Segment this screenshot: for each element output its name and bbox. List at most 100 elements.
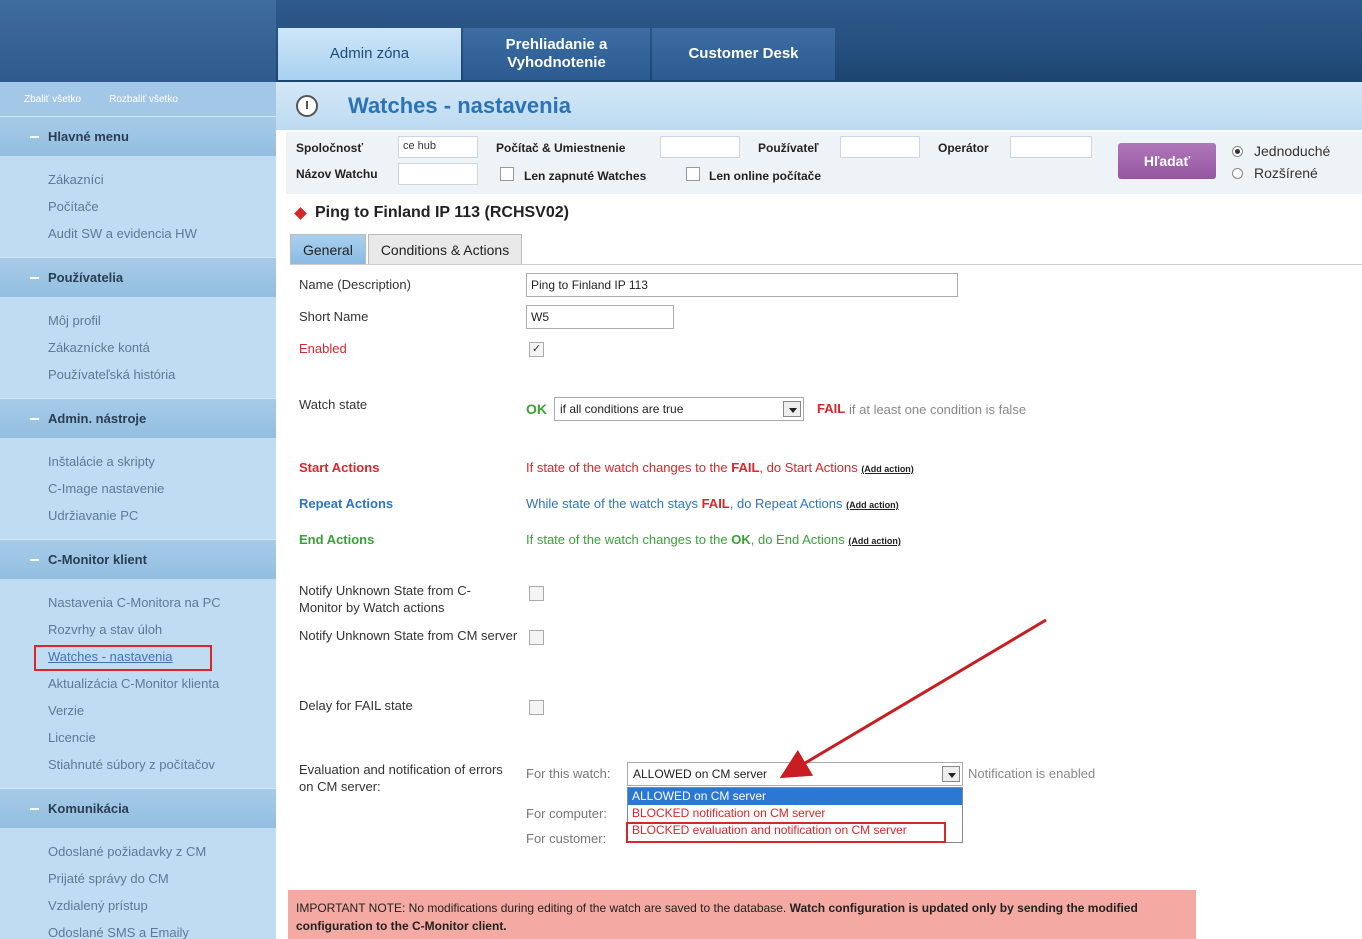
tab-prehliadanie[interactable]: Prehliadanie a Vyhodnotenie bbox=[463, 28, 650, 80]
tab-general[interactable]: General bbox=[290, 234, 366, 264]
state-condition-select[interactable]: if all conditions are true bbox=[554, 397, 804, 421]
name-label: Name (Description) bbox=[299, 277, 411, 292]
sidebar-item-licencie[interactable]: Licencie bbox=[48, 724, 276, 751]
sidebar: Zbaliť všetko Rozbaliť všetko Hlavné men… bbox=[0, 82, 276, 939]
end-add-action-link[interactable]: (Add action) bbox=[848, 536, 901, 546]
sidebar-section-label: Používatelia bbox=[48, 270, 124, 285]
tab-divider bbox=[290, 264, 1362, 265]
delay-checkbox[interactable] bbox=[529, 700, 544, 715]
user-label: Používateľ bbox=[758, 141, 819, 155]
sidebar-list-c-monitor-klient: Nastavenia C-Monitora na PC Rozvrhy a st… bbox=[0, 579, 276, 788]
sidebar-item-udrziavanie[interactable]: Udržiavanie PC bbox=[48, 502, 276, 529]
user-input[interactable] bbox=[840, 136, 920, 158]
tab-customer-desk[interactable]: Customer Desk bbox=[652, 28, 835, 80]
sidebar-item-pocitace[interactable]: Počítače bbox=[48, 193, 276, 220]
sidebar-list-komunikacia: Odoslané požiadavky z CM Prijaté správy … bbox=[0, 828, 276, 939]
mode-advanced-label: Rozšírené bbox=[1254, 165, 1318, 181]
short-name-input[interactable]: W5 bbox=[526, 305, 674, 329]
sidebar-item-odoslane-poziadavky[interactable]: Odoslané požiadavky z CM bbox=[48, 838, 276, 865]
sidebar-item-zakaznicke-konta[interactable]: Zákaznícke kontá bbox=[48, 334, 276, 361]
company-input[interactable]: ce hub bbox=[398, 136, 478, 158]
sidebar-item-aktualizacia[interactable]: Aktualizácia C-Monitor klienta bbox=[48, 670, 276, 697]
evaluation-label: Evaluation and notification of errors on… bbox=[299, 762, 503, 794]
operator-input[interactable] bbox=[1010, 136, 1092, 158]
operator-label: Operátor bbox=[938, 141, 989, 155]
repeat-actions-text: While state of the watch stays FAIL, do … bbox=[526, 496, 899, 511]
sidebar-item-instalacie[interactable]: Inštalácie a skripty bbox=[48, 448, 276, 475]
only-online-checkbox[interactable] bbox=[686, 167, 700, 181]
collapse-dash-icon bbox=[30, 417, 39, 420]
sidebar-item-stiahnute[interactable]: Stiahnuté súbory z počítačov bbox=[48, 751, 276, 778]
collapse-all-link[interactable]: Zbaliť všetko bbox=[24, 94, 81, 105]
notify-watch-checkbox[interactable] bbox=[529, 586, 544, 601]
sidebar-item-vzdialeny-pristup[interactable]: Vzdialený prístup bbox=[48, 892, 276, 919]
start-add-action-link[interactable]: (Add action) bbox=[861, 464, 914, 474]
watch-state-label: Watch state bbox=[299, 397, 368, 412]
end-ok-word: OK bbox=[731, 532, 751, 547]
start-text-part: , do Start Actions bbox=[759, 460, 862, 475]
note-text: IMPORTANT NOTE: No modifications during … bbox=[296, 901, 790, 915]
repeat-actions-label: Repeat Actions bbox=[299, 496, 394, 511]
sidebar-section-admin-nastroje[interactable]: Admin. nástroje bbox=[0, 398, 276, 438]
start-actions-text: If state of the watch changes to the FAI… bbox=[526, 460, 914, 475]
sidebar-item-prijate-spravy[interactable]: Prijaté správy do CM bbox=[48, 865, 276, 892]
end-text-part: , do End Actions bbox=[750, 532, 849, 547]
only-enabled-checkbox[interactable] bbox=[500, 167, 514, 181]
for-watch-select[interactable]: ALLOWED on CM server bbox=[627, 762, 963, 786]
mode-simple-radio[interactable] bbox=[1232, 146, 1243, 157]
sidebar-section-label: Komunikácia bbox=[48, 801, 129, 816]
computer-input[interactable] bbox=[660, 136, 740, 158]
sidebar-item-watches[interactable]: Watches - nastavenia bbox=[34, 643, 276, 671]
for-computer-label: For computer: bbox=[526, 806, 607, 821]
watch-name-input[interactable] bbox=[398, 163, 478, 185]
tab-admin-zone[interactable]: Admin zóna bbox=[278, 28, 461, 80]
sidebar-item-rozvrhy[interactable]: Rozvrhy a stav úloh bbox=[48, 616, 276, 643]
expand-all-link[interactable]: Rozbaliť všetko bbox=[109, 94, 178, 105]
sidebar-item-nastavenia-cm[interactable]: Nastavenia C-Monitora na PC bbox=[48, 589, 276, 616]
repeat-add-action-link[interactable]: (Add action) bbox=[846, 500, 899, 510]
computer-label: Počítač & Umiestnenie bbox=[496, 141, 626, 155]
start-fail-word: FAIL bbox=[731, 460, 760, 475]
repeat-fail-word: FAIL bbox=[701, 496, 730, 511]
sidebar-item-zakaznici[interactable]: Zákazníci bbox=[48, 166, 276, 193]
dropdown-option-allowed[interactable]: ALLOWED on CM server bbox=[628, 788, 962, 805]
sidebar-item-odoslane-sms[interactable]: Odoslané SMS a Emaily bbox=[48, 919, 276, 939]
sidebar-section-c-monitor-klient[interactable]: C-Monitor klient bbox=[0, 539, 276, 579]
watch-heading: Ping to Finland IP 113 (RCHSV02) bbox=[294, 204, 569, 222]
sidebar-section-pouzivatelia[interactable]: Používatelia bbox=[0, 257, 276, 297]
end-text-part: If state of the watch changes to the bbox=[526, 532, 732, 547]
mode-advanced-radio[interactable] bbox=[1232, 168, 1243, 179]
search-button[interactable]: Hľadať bbox=[1118, 143, 1216, 179]
state-fail-text: FAIL bbox=[817, 401, 846, 416]
sidebar-section-label: Admin. nástroje bbox=[48, 411, 147, 426]
sidebar-item-pouzivatelska-historia[interactable]: Používateľská história bbox=[48, 361, 276, 388]
sidebar-section-komunikacia[interactable]: Komunikácia bbox=[0, 788, 276, 828]
name-input[interactable]: Ping to Finland IP 113 bbox=[526, 273, 958, 297]
diamond-icon bbox=[294, 206, 307, 220]
collapse-dash-icon bbox=[30, 135, 39, 138]
highlight-box bbox=[626, 822, 946, 843]
sidebar-section-hlavne-menu[interactable]: Hlavné menu bbox=[0, 116, 276, 156]
sidebar-item-c-image[interactable]: C-Image nastavenie bbox=[48, 475, 276, 502]
short-name-label: Short Name bbox=[299, 309, 369, 324]
sidebar-item-verzie[interactable]: Verzie bbox=[48, 697, 276, 724]
enabled-label: Enabled bbox=[299, 341, 347, 356]
state-fail-description: if at least one condition is false bbox=[849, 402, 1027, 417]
sidebar-item-moj-profil[interactable]: Môj profil bbox=[48, 307, 276, 334]
important-note: IMPORTANT NOTE: No modifications during … bbox=[288, 890, 1196, 939]
watch-tabs: General Conditions & Actions bbox=[290, 234, 524, 264]
sidebar-item-audit[interactable]: Audit SW a evidencia HW bbox=[48, 220, 276, 247]
repeat-text-part: , do Repeat Actions bbox=[729, 496, 847, 511]
tab-conditions-actions[interactable]: Conditions & Actions bbox=[367, 234, 523, 264]
sidebar-section-label: Hlavné menu bbox=[48, 129, 129, 144]
dropdown-option-blocked-notification[interactable]: BLOCKED notification on CM server bbox=[628, 805, 962, 822]
start-actions-label: Start Actions bbox=[299, 460, 380, 475]
enabled-checkbox[interactable]: ✓ bbox=[529, 342, 544, 357]
notify-cm-checkbox[interactable] bbox=[529, 630, 544, 645]
top-header: Admin zóna Prehliadanie a Vyhodnotenie C… bbox=[0, 0, 1362, 82]
sidebar-collapse-bar: Zbaliť všetko Rozbaliť všetko bbox=[0, 82, 276, 116]
repeat-text-part: While state of the watch stays bbox=[526, 496, 702, 511]
notification-status: Notification is enabled bbox=[968, 766, 1096, 781]
sidebar-list-hlavne-menu: Zákazníci Počítače Audit SW a evidencia … bbox=[0, 156, 276, 257]
state-ok-text: OK bbox=[526, 401, 547, 417]
